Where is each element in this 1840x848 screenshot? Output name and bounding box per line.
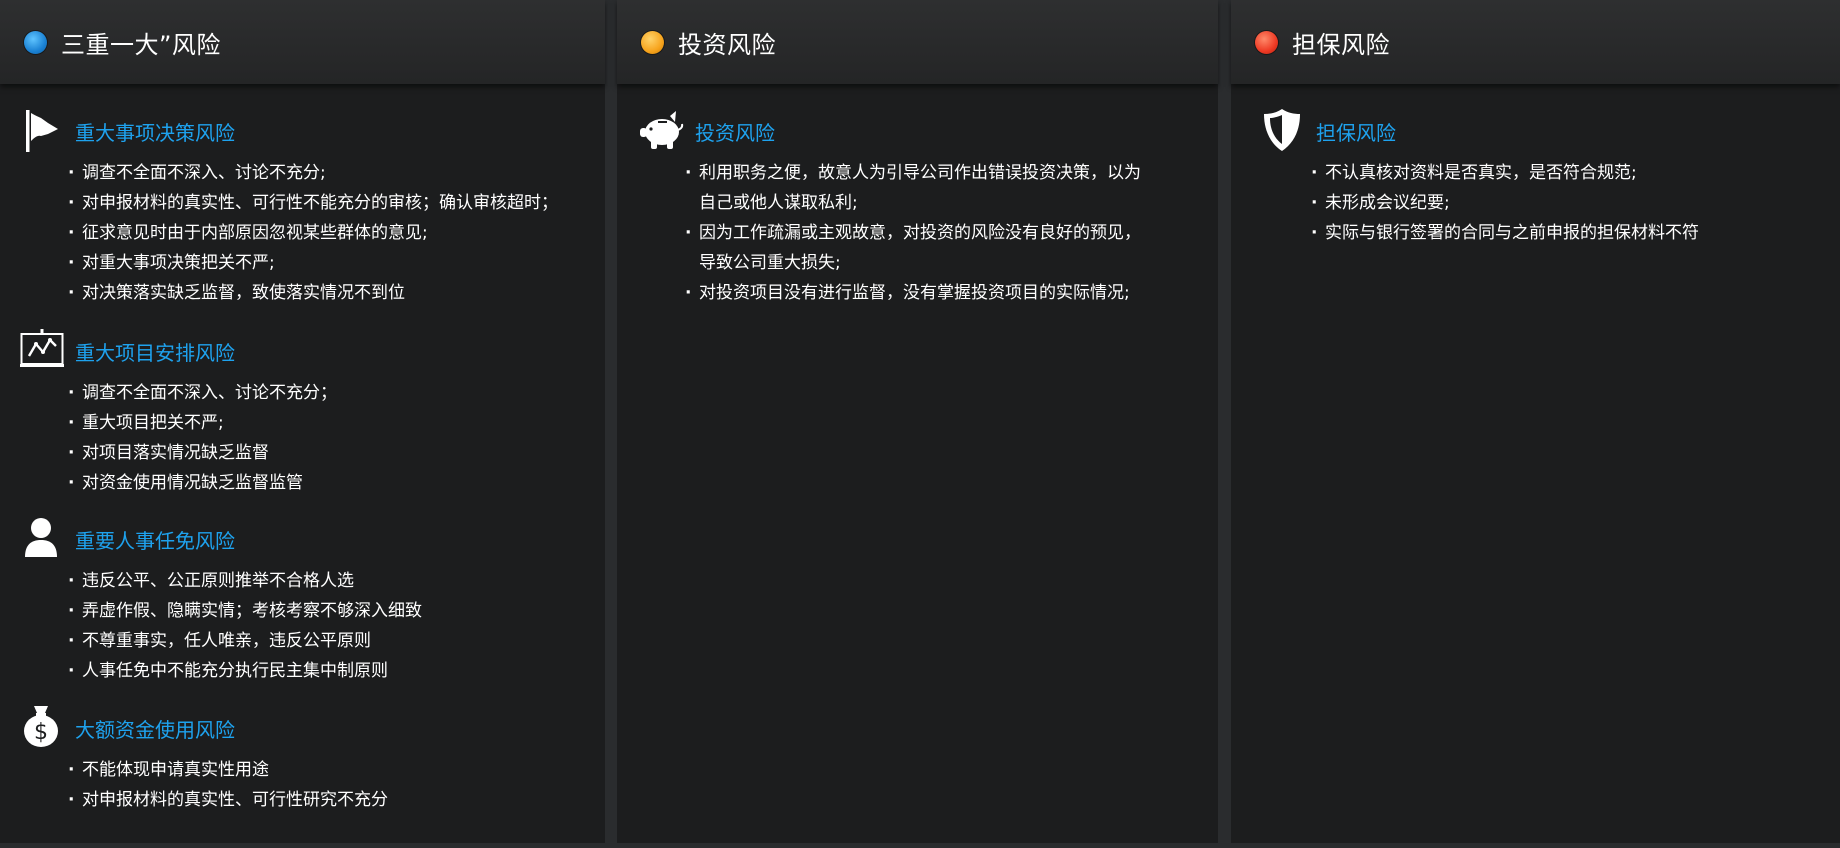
section-title: 担保风险	[1316, 121, 1396, 145]
list-item: 重大项目把关不严;	[68, 408, 337, 438]
list-item: 对申报材料的真实性、可行性不能充分的审核；确认审核超时；	[68, 188, 558, 218]
column-header: 投资风险	[617, 0, 1218, 84]
list-item: 对决策落实缺乏监督，致使落实情况不到位	[68, 278, 558, 308]
column-header: 担保风险	[1231, 0, 1840, 84]
person-icon	[20, 516, 64, 560]
orange-dot-icon	[641, 30, 664, 54]
red-dot-icon	[1255, 30, 1278, 54]
section-title: 重大事项决策风险	[75, 121, 235, 145]
flag-icon	[20, 108, 64, 152]
section-title: 重大项目安排风险	[75, 341, 235, 365]
column-title: 三重一大”风险	[61, 30, 221, 59]
bullet-list: 违反公平、公正原则推举不合格人选 弄虚作假、隐瞒实情；考核考察不够深入细致 不尊…	[68, 566, 422, 686]
section-title: 投资风险	[695, 121, 775, 145]
bullet-list: 利用职务之便，故意人为引导公司作出错误投资决策，以为 自己或他人谋取私利; 因为…	[685, 158, 1141, 308]
bullet-list: 调查不全面不深入、讨论不充分; 对申报材料的真实性、可行性不能充分的审核；确认审…	[68, 158, 558, 308]
list-item: 对重大事项决策把关不严;	[68, 248, 558, 278]
list-item: 导致公司重大损失;	[699, 253, 841, 273]
column-guarantee: 担保风险 担保风险 不认真核对资料是否真实，是否符合规范; 未形成会议纪要; 实…	[1231, 0, 1840, 843]
list-item: 调查不全面不深入、讨论不充分；	[68, 378, 337, 408]
section-title: 重要人事任免风险	[75, 529, 235, 553]
list-item: 人事任免中不能充分执行民主集中制原则	[68, 656, 422, 686]
column-header: 三重一大”风险	[0, 0, 605, 84]
column-sanzhong-yida: 三重一大”风险 重大事项决策风险 调查不全面不深入、讨论不充分; 对申报材料的真…	[0, 0, 605, 843]
bullet-list: 不能体现申请真实性用途 对申报材料的真实性、可行性研究不充分	[68, 755, 388, 815]
list-item: 对项目落实情况缺乏监督	[68, 438, 337, 468]
presentation-chart-icon	[20, 328, 64, 372]
list-item: 不认真核对资料是否真实，是否符合规范;	[1311, 158, 1699, 188]
money-bag-icon: $	[20, 705, 64, 749]
list-item: 利用职务之便，故意人为引导公司作出错误投资决策，以为	[685, 158, 1141, 188]
list-item: 因为工作疏漏或主观故意，对投资的风险没有良好的预见，	[685, 218, 1141, 248]
list-item: 调查不全面不深入、讨论不充分;	[68, 158, 558, 188]
shield-icon	[1261, 108, 1305, 152]
list-item: 自己或他人谋取私利;	[699, 193, 858, 213]
list-item: 对资金使用情况缺乏监督监管	[68, 468, 337, 498]
list-item: 对投资项目没有进行监督，没有掌握投资项目的实际情况;	[685, 278, 1141, 308]
bullet-list: 不认真核对资料是否真实，是否符合规范; 未形成会议纪要; 实际与银行签署的合同与…	[1311, 158, 1699, 248]
column-title: 担保风险	[1292, 30, 1390, 59]
list-item: 实际与银行签署的合同与之前申报的担保材料不符	[1311, 218, 1699, 248]
list-item: 违反公平、公正原则推举不合格人选	[68, 566, 422, 596]
list-item: 征求意见时由于内部原因忽视某些群体的意见;	[68, 218, 558, 248]
column-investment: 投资风险 投资风险 利用职务之便，故意人为引导公司作出错误投资决策，以为 自己或…	[617, 0, 1218, 843]
section-title: 大额资金使用风险	[75, 718, 235, 742]
piggy-bank-icon	[640, 108, 684, 152]
list-item: 不尊重事实，任人唯亲，违反公平原则	[68, 626, 422, 656]
list-item: 未形成会议纪要;	[1311, 188, 1699, 218]
bullet-list: 调查不全面不深入、讨论不充分； 重大项目把关不严; 对项目落实情况缺乏监督 对资…	[68, 378, 337, 498]
list-item: 不能体现申请真实性用途	[68, 755, 388, 785]
list-item: 对申报材料的真实性、可行性研究不充分	[68, 785, 388, 815]
list-item: 弄虚作假、隐瞒实情；考核考察不够深入细致	[68, 596, 422, 626]
blue-dot-icon	[24, 30, 47, 54]
svg-text:$: $	[34, 720, 48, 745]
column-title: 投资风险	[678, 30, 776, 59]
